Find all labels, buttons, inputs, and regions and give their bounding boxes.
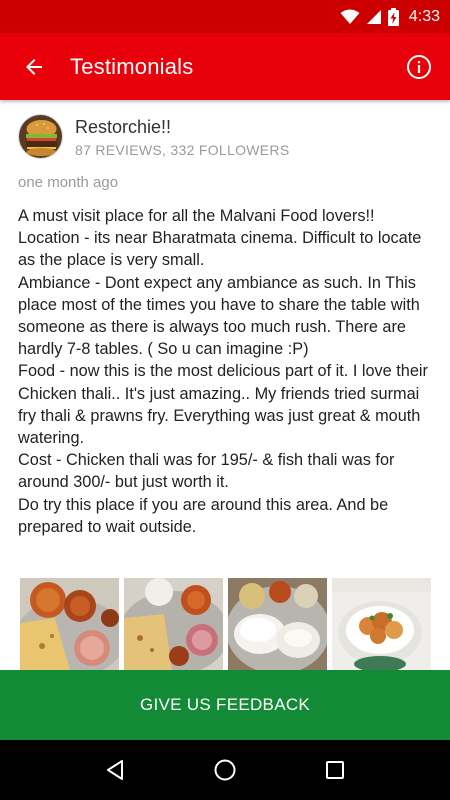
back-triangle-icon bbox=[107, 760, 123, 780]
reviewer-stats: 87 REVIEWS, 332 FOLLOWERS bbox=[75, 142, 290, 158]
back-button[interactable] bbox=[14, 47, 54, 87]
chicken-thali-photo bbox=[20, 578, 119, 670]
give-feedback-button[interactable]: GIVE US FEEDBACK bbox=[0, 670, 450, 740]
signal-icon bbox=[366, 9, 381, 24]
nav-recents-button[interactable] bbox=[311, 746, 359, 794]
screen: 4:33 Testimonials Restorchie!! 87 REVIEW… bbox=[0, 0, 450, 800]
battery-charging-icon bbox=[387, 7, 399, 26]
thali-with-chapati-photo bbox=[124, 578, 223, 670]
review-paragraph: Location - its near Bharatmata cinema. D… bbox=[18, 229, 422, 270]
review-photo[interactable] bbox=[228, 578, 327, 670]
avatar[interactable] bbox=[18, 114, 63, 159]
reviewer-name[interactable]: Restorchie!! bbox=[75, 116, 171, 138]
review-paragraph: Cost - Chicken thali was for 195/- & fis… bbox=[18, 451, 395, 492]
rice-thali-photo bbox=[228, 578, 327, 670]
navigation-bar bbox=[0, 740, 450, 800]
review-paragraph: Food - now this is the most delicious pa… bbox=[18, 362, 428, 448]
home-circle-icon bbox=[214, 759, 236, 781]
review-paragraph: A must visit place for all the Malvani F… bbox=[18, 207, 375, 225]
review-content: Restorchie!! 87 REVIEWS, 332 FOLLOWERS o… bbox=[0, 100, 450, 670]
burger-avatar bbox=[19, 115, 62, 158]
info-icon bbox=[407, 55, 431, 79]
page-title: Testimonials bbox=[70, 54, 194, 79]
recents-square-icon bbox=[326, 761, 344, 779]
status-bar: 4:33 bbox=[0, 0, 450, 33]
review-photo[interactable] bbox=[20, 578, 119, 670]
review-paragraph: Do try this place if you are around this… bbox=[18, 495, 389, 536]
review-photo[interactable] bbox=[332, 578, 431, 670]
status-time: 4:33 bbox=[408, 7, 440, 25]
wifi-icon bbox=[340, 9, 360, 24]
nav-home-button[interactable] bbox=[201, 746, 249, 794]
review-text: A must visit place for all the Malvani F… bbox=[18, 205, 438, 538]
prawns-fry-photo bbox=[332, 578, 431, 670]
review-paragraph: Ambiance - Dont expect any ambiance as s… bbox=[18, 273, 420, 359]
info-button[interactable] bbox=[404, 52, 434, 82]
app-bar: Testimonials bbox=[0, 33, 450, 100]
photo-strip bbox=[20, 578, 435, 670]
status-icons: 4:33 bbox=[340, 6, 440, 27]
nav-back-button[interactable] bbox=[91, 746, 139, 794]
review-time: one month ago bbox=[18, 174, 119, 191]
review-photo[interactable] bbox=[124, 578, 223, 670]
arrow-left-icon bbox=[26, 59, 42, 75]
